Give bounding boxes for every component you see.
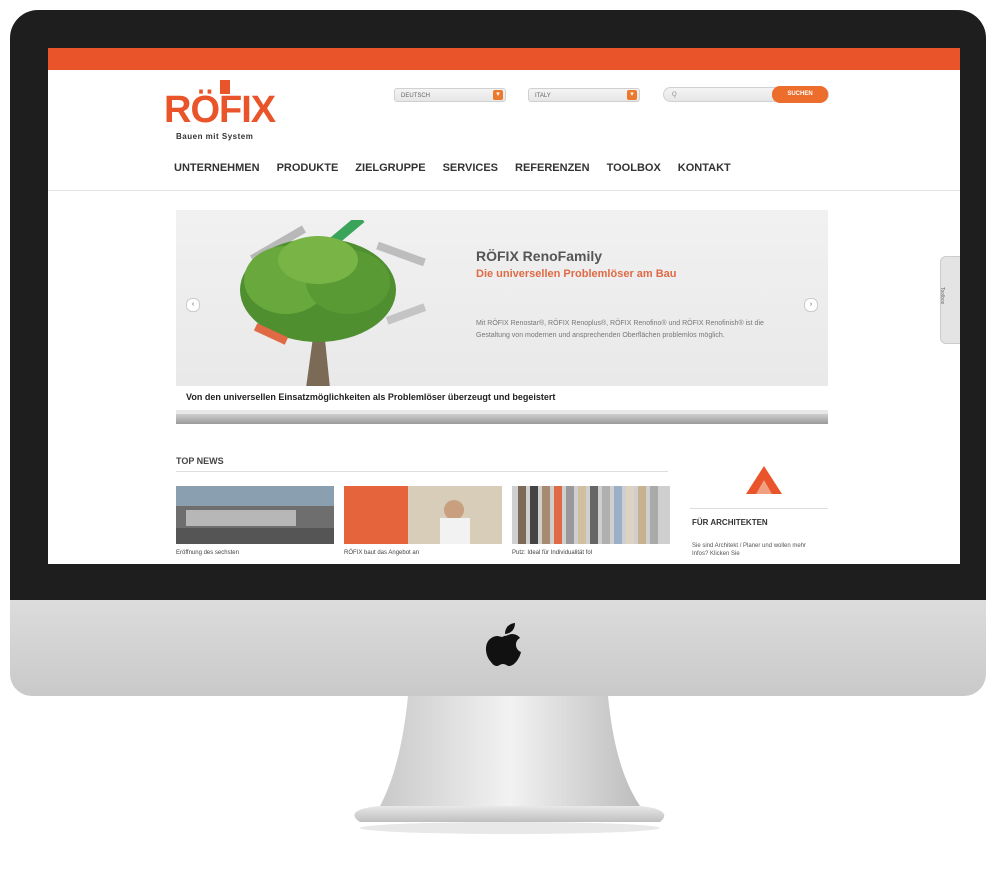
architects-divider — [690, 508, 828, 509]
nav-item-services[interactable]: SERVICES — [443, 162, 498, 174]
nav-item-toolbox[interactable]: TOOLBOX — [607, 162, 661, 174]
top-news-heading: TOP NEWS — [176, 456, 224, 466]
tree-illustration — [240, 220, 427, 388]
country-select-value: ITALY — [535, 93, 551, 99]
architects-logo-icon[interactable] — [734, 458, 794, 508]
slider-body-text: Mit RÖFIX Renostar®, RÖFIX Renoplus®, RÖ… — [476, 320, 764, 339]
hero-slider[interactable]: RÖFIX RenoFamily Die universellen Proble… — [176, 210, 828, 424]
news-image-building[interactable] — [176, 486, 334, 544]
browser-screen: RÖFIX Bauen mit System DEUTSCH ▾ ITALY ▾… — [48, 48, 960, 564]
news-divider — [176, 471, 668, 472]
nav-item-referenzen[interactable]: REFERENZEN — [515, 162, 590, 174]
slider-shadow — [176, 414, 828, 424]
news-caption-2[interactable]: RÖFIX baut das Angebot an — [344, 550, 419, 556]
chevron-right-icon[interactable]: › — [804, 298, 818, 312]
side-tab-label: Toolbox — [939, 287, 945, 305]
chevron-left-icon[interactable]: ‹ — [186, 298, 200, 312]
language-select[interactable]: DEUTSCH ▾ — [394, 88, 506, 102]
nav-item-kontakt[interactable]: KONTAKT — [678, 162, 731, 174]
language-select-value: DEUTSCH — [401, 93, 431, 99]
architects-heading[interactable]: FÜR ARCHITEKTEN — [692, 518, 768, 527]
monitor-stand — [354, 696, 665, 834]
nav-item-zielgruppe[interactable]: ZIELGRUPPE — [355, 162, 425, 174]
svg-text:RÖFIX: RÖFIX — [164, 88, 277, 131]
news-caption-3[interactable]: Putz: Ideal für Individualität fol — [512, 550, 592, 556]
news-image-swatches[interactable] — [512, 486, 670, 544]
search-button[interactable]: SUCHEN — [772, 86, 828, 103]
top-accent-bar — [48, 48, 960, 70]
chevron-down-icon: ▾ — [627, 90, 637, 100]
news-caption-1[interactable]: Eröffnung des sechsten — [176, 550, 239, 556]
news-image-plaster[interactable] — [344, 486, 502, 544]
apple-logo-icon — [485, 623, 521, 666]
architects-text: Sie sind Architekt / Planer und wollen m… — [692, 543, 807, 557]
nav-item-produkte[interactable]: PRODUKTE — [277, 162, 339, 174]
slider-subtitle: Die universellen Problemlöser am Bau — [476, 268, 677, 280]
country-select[interactable]: ITALY ▾ — [528, 88, 640, 102]
nav-item-unternehmen[interactable]: UNTERNEHMEN — [174, 162, 260, 174]
search-placeholder: Q — [672, 92, 677, 98]
slider-caption-bar: Von den universellen Einsatzmöglichkeite… — [176, 386, 828, 410]
nav-divider — [48, 190, 960, 191]
logo-tagline: Bauen mit System — [176, 132, 254, 141]
main-navigation: UNTERNEHMEN PRODUKTE ZIELGRUPPE SERVICES… — [174, 162, 748, 174]
chevron-down-icon: ▾ — [493, 90, 503, 100]
toolbox-side-tab[interactable]: Toolbox — [939, 256, 960, 344]
slider-caption[interactable]: Von den universellen Einsatzmöglichkeite… — [186, 392, 555, 402]
slider-title: RÖFIX RenoFamily — [476, 248, 603, 264]
